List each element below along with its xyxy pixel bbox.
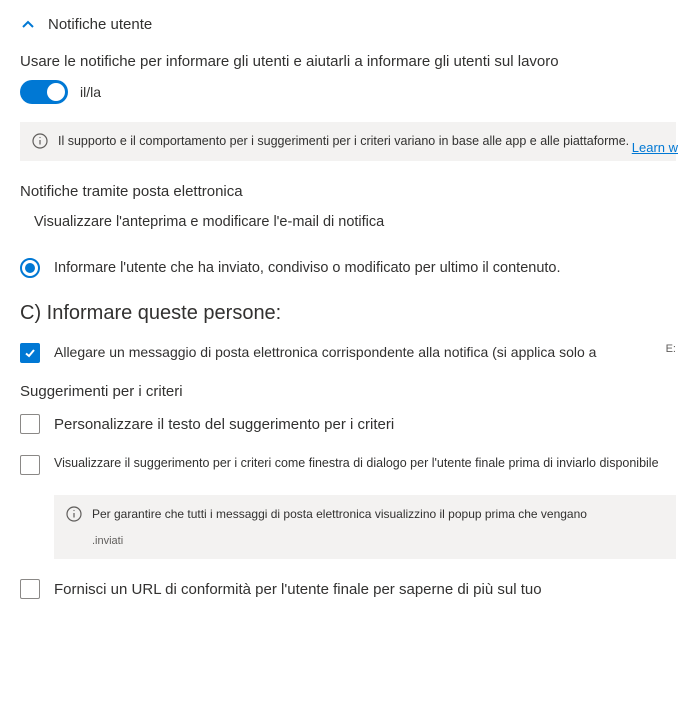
- attach-email-label: Allegare un messaggio di posta elettroni…: [54, 343, 652, 363]
- chevron-up-icon[interactable]: [20, 17, 36, 33]
- toggle-row: il/la: [20, 80, 676, 104]
- toggle-thumb: [47, 83, 65, 101]
- inform-user-radio-label: Informare l'utente che ha inviato, condi…: [54, 260, 561, 276]
- customize-text-checkbox[interactable]: [20, 414, 40, 434]
- attach-email-checkbox[interactable]: [20, 343, 40, 363]
- compliance-url-label: Fornisci un URL di conformità per l'uten…: [54, 579, 676, 600]
- suggestions-title: Suggerimenti per i criteri: [20, 383, 676, 400]
- checkbox-row-attach: Allegare un messaggio di posta elettroni…: [20, 343, 676, 363]
- preview-email-text: Visualizzare l'anteprima e modificare l'…: [34, 214, 676, 230]
- intro-subtitle: Usare le notifiche per informare gli ute…: [20, 53, 676, 70]
- compliance-url-checkbox[interactable]: [20, 579, 40, 599]
- checkbox-row-dialog: Visualizzare il suggerimento per i crite…: [20, 455, 676, 475]
- toggle-label: il/la: [80, 84, 101, 100]
- info-banner-platforms: Il supporto e il comportamento per i sug…: [20, 122, 676, 161]
- dialog-checkbox[interactable]: [20, 455, 40, 475]
- notifications-toggle[interactable]: [20, 80, 68, 104]
- inform-user-radio[interactable]: [20, 258, 40, 278]
- info-icon: [66, 506, 82, 522]
- section-title: Notifiche utente: [48, 16, 152, 33]
- radio-dot: [25, 263, 35, 273]
- customize-text-label: Personalizzare il testo del suggerimento…: [54, 414, 676, 435]
- info-banner-popup: Per garantire che tutti i messaggi di po…: [54, 495, 676, 560]
- section-header: Notifiche utente: [20, 16, 676, 33]
- info-banner-text: Il supporto e il comportamento per i sug…: [58, 132, 664, 151]
- radio-row-inform-user: Informare l'utente che ha inviato, condi…: [20, 258, 676, 278]
- email-section-title: Notifiche tramite posta elettronica: [20, 183, 676, 200]
- section-c-heading: C) Informare queste persone:: [20, 302, 676, 325]
- popup-banner-sent: .inviati: [92, 533, 664, 550]
- info-icon: [32, 133, 48, 149]
- truncated-suffix: E:: [666, 343, 676, 355]
- checkbox-row-url: Fornisci un URL di conformità per l'uten…: [20, 579, 676, 600]
- dialog-checkbox-label: Visualizzare il suggerimento per i crite…: [54, 455, 676, 473]
- checkbox-row-customize: Personalizzare il testo del suggerimento…: [20, 414, 676, 435]
- learn-more-link[interactable]: Learn w: [632, 140, 678, 155]
- popup-banner-text: Per garantire che tutti i messaggi di po…: [92, 505, 664, 550]
